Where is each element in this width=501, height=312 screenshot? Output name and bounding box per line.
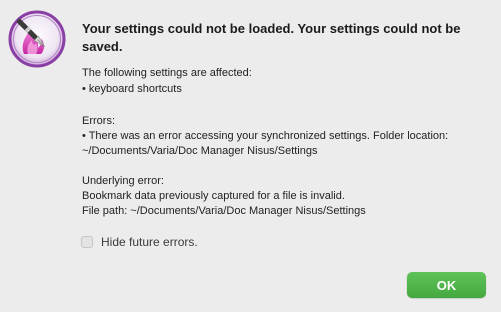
ok-button[interactable]: OK xyxy=(407,272,486,298)
underlying-error-line-2: File path: ~/Documents/Varia/Doc Manager… xyxy=(82,205,366,217)
errors-heading: Errors: xyxy=(82,115,115,127)
error-line-1: • There was an error accessing your sync… xyxy=(82,130,449,142)
dialog-title: Your settings could not be loaded. Your … xyxy=(82,21,461,54)
app-pen-icon xyxy=(8,10,66,68)
error-line-2: ~/Documents/Varia/Doc Manager Nisus/Sett… xyxy=(82,145,318,157)
hide-future-errors-row[interactable]: Hide future errors. xyxy=(81,235,198,249)
error-dialog: Your settings could not be loaded. Your … xyxy=(0,0,501,312)
underlying-error-heading: Underlying error: xyxy=(82,175,164,187)
hide-future-errors-checkbox[interactable] xyxy=(81,236,93,248)
affected-item: • keyboard shortcuts xyxy=(82,83,182,95)
underlying-error-line-1: Bookmark data previously captured for a … xyxy=(82,190,345,202)
affected-heading: The following settings are affected: xyxy=(82,67,252,79)
hide-future-errors-label[interactable]: Hide future errors. xyxy=(101,235,198,249)
